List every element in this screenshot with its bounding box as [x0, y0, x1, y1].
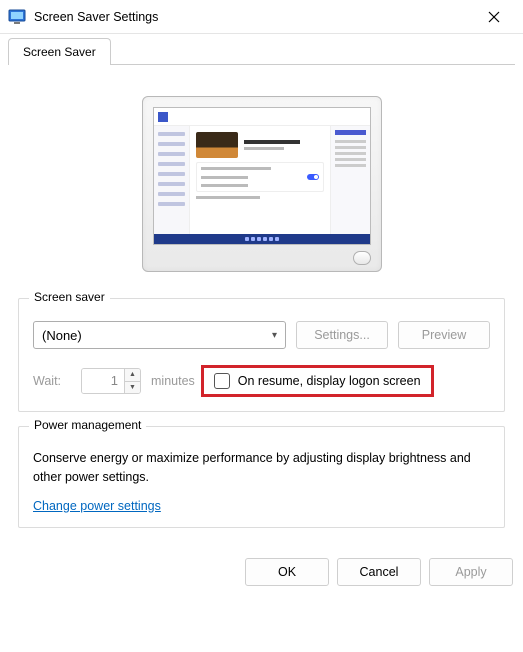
screen-saver-legend: Screen saver [29, 290, 110, 304]
power-management-group: Power management Conserve energy or maxi… [18, 426, 505, 528]
close-button[interactable] [471, 2, 517, 32]
spinner-up[interactable]: ▲ [125, 369, 140, 382]
resume-checkbox-label: On resume, display logon screen [238, 374, 421, 388]
window-title: Screen Saver Settings [34, 10, 471, 24]
change-power-settings-link[interactable]: Change power settings [33, 499, 161, 513]
cancel-button[interactable]: Cancel [337, 558, 421, 586]
close-icon [488, 11, 500, 23]
screensaver-app-icon [8, 8, 26, 26]
apply-button: Apply [429, 558, 513, 586]
minutes-label: minutes [151, 374, 195, 388]
dialog-content: Screen saver (None) ▾ Settings... Previe… [0, 66, 523, 550]
screen-saver-group: Screen saver (None) ▾ Settings... Previe… [18, 298, 505, 412]
chevron-down-icon: ▾ [272, 330, 277, 341]
wait-spinner[interactable]: 1 ▲ ▼ [81, 368, 141, 394]
settings-button: Settings... [296, 321, 388, 349]
tab-strip: Screen Saver [0, 34, 523, 65]
titlebar: Screen Saver Settings [0, 0, 523, 34]
tab-screen-saver[interactable]: Screen Saver [8, 38, 111, 65]
resume-checkbox[interactable] [214, 373, 230, 389]
preview-button: Preview [398, 321, 490, 349]
spinner-down[interactable]: ▼ [125, 382, 140, 394]
wait-value: 1 [82, 369, 124, 393]
dialog-footer: OK Cancel Apply [0, 550, 523, 596]
ok-button[interactable]: OK [245, 558, 329, 586]
wait-label: Wait: [33, 374, 71, 388]
tab-label: Screen Saver [23, 45, 96, 59]
dropdown-value: (None) [42, 328, 82, 343]
resume-highlight-box: On resume, display logon screen [201, 365, 434, 397]
monitor-preview-area [18, 78, 505, 298]
power-management-legend: Power management [29, 418, 146, 432]
screensaver-dropdown[interactable]: (None) ▾ [33, 321, 286, 349]
power-management-description: Conserve energy or maximize performance … [33, 449, 490, 487]
monitor-illustration [142, 96, 382, 272]
